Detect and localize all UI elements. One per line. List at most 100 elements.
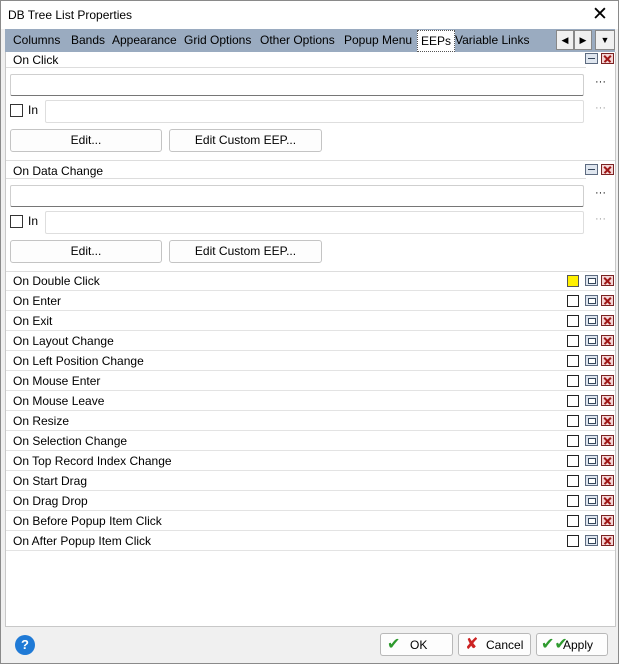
event-row[interactable]: On Mouse Enter xyxy=(6,371,615,391)
event-row[interactable]: On Selection Change xyxy=(6,431,615,451)
remove-icon[interactable] xyxy=(601,335,614,346)
tab-scroll-left-icon[interactable]: ◀ xyxy=(556,30,574,50)
expand-icon[interactable] xyxy=(585,395,598,406)
collapse-icon[interactable] xyxy=(585,164,598,175)
remove-icon[interactable] xyxy=(601,535,614,546)
event-name: On Mouse Leave xyxy=(13,394,105,408)
remove-icon[interactable] xyxy=(601,415,614,426)
tab-variable-links[interactable]: Variable Links xyxy=(452,29,532,52)
event-checkbox[interactable] xyxy=(567,455,579,467)
event-row[interactable]: On Enter xyxy=(6,291,615,311)
event-row[interactable]: On Start Drag xyxy=(6,471,615,491)
tab-bands[interactable]: Bands xyxy=(68,29,108,52)
expand-icon[interactable] xyxy=(585,275,598,286)
remove-icon[interactable] xyxy=(601,455,614,466)
eeps-panel: On Click ··· In ··· Edit... Edit Custom … xyxy=(5,52,616,627)
event-checkbox[interactable] xyxy=(567,375,579,387)
event-checkbox[interactable] xyxy=(567,395,579,407)
tab-grid-options[interactable]: Grid Options xyxy=(181,29,254,52)
event-checkbox[interactable] xyxy=(567,515,579,527)
on-click-browse-button[interactable]: ··· xyxy=(595,76,606,88)
ok-button[interactable]: ✔ OK xyxy=(380,633,453,656)
on-click-field[interactable] xyxy=(10,74,584,96)
remove-icon[interactable] xyxy=(601,275,614,286)
on-data-change-in-checkbox[interactable] xyxy=(10,215,23,228)
event-checkbox[interactable] xyxy=(567,275,579,287)
event-row[interactable]: On Drag Drop xyxy=(6,491,615,511)
remove-icon[interactable] xyxy=(601,395,614,406)
on-click-in-checkbox[interactable] xyxy=(10,104,23,117)
tab-other-options[interactable]: Other Options xyxy=(257,29,338,52)
event-checkbox[interactable] xyxy=(567,495,579,507)
event-checkbox[interactable] xyxy=(567,435,579,447)
event-name: On Before Popup Item Click xyxy=(13,514,162,528)
event-name: On Start Drag xyxy=(13,474,88,488)
event-row[interactable]: On Top Record Index Change xyxy=(6,451,615,471)
expand-icon[interactable] xyxy=(585,515,598,526)
on-data-change-edit-button[interactable]: Edit... xyxy=(10,240,162,263)
remove-icon[interactable] xyxy=(601,375,614,386)
event-checkbox[interactable] xyxy=(567,535,579,547)
expand-icon[interactable] xyxy=(585,375,598,386)
on-data-change-in-browse-button[interactable]: ··· xyxy=(595,213,606,225)
event-checkbox[interactable] xyxy=(567,335,579,347)
event-row[interactable]: On Resize xyxy=(6,411,615,431)
cancel-button[interactable]: ✘ Cancel xyxy=(458,633,531,656)
remove-icon[interactable] xyxy=(601,164,614,175)
on-data-change-field[interactable] xyxy=(10,185,584,207)
event-row[interactable]: On Mouse Leave xyxy=(6,391,615,411)
event-row[interactable]: On Exit xyxy=(6,311,615,331)
collapse-icon[interactable] xyxy=(585,53,598,64)
expand-icon[interactable] xyxy=(585,495,598,506)
expand-icon[interactable] xyxy=(585,415,598,426)
tab-columns[interactable]: Columns xyxy=(10,29,63,52)
tab-appearance[interactable]: Appearance xyxy=(109,29,180,52)
expand-icon[interactable] xyxy=(585,335,598,346)
tab-popup-menu[interactable]: Popup Menu xyxy=(341,29,415,52)
cross-icon: ✘ xyxy=(465,636,479,653)
event-row[interactable]: On Double Click xyxy=(6,271,615,291)
checkmark-icon: ✔ xyxy=(387,636,401,653)
event-row[interactable]: On Left Position Change xyxy=(6,351,615,371)
tab-list-dropdown-icon[interactable]: ▼ xyxy=(595,30,615,50)
apply-button[interactable]: ✔✔ Apply xyxy=(536,633,608,656)
help-icon[interactable]: ? xyxy=(15,635,35,655)
remove-icon[interactable] xyxy=(601,435,614,446)
tab-scroll-right-icon[interactable]: ▶ xyxy=(574,30,592,50)
expand-icon[interactable] xyxy=(585,315,598,326)
close-icon[interactable]: ✕ xyxy=(588,3,612,27)
expand-icon[interactable] xyxy=(585,295,598,306)
tab-eeps[interactable]: EEPs xyxy=(417,30,456,52)
remove-icon[interactable] xyxy=(601,295,614,306)
event-row[interactable]: On Before Popup Item Click xyxy=(6,511,615,531)
expand-icon[interactable] xyxy=(585,435,598,446)
event-checkbox[interactable] xyxy=(567,315,579,327)
expand-icon[interactable] xyxy=(585,355,598,366)
remove-icon[interactable] xyxy=(601,495,614,506)
event-checkbox[interactable] xyxy=(567,295,579,307)
remove-icon[interactable] xyxy=(601,475,614,486)
expand-icon[interactable] xyxy=(585,535,598,546)
remove-icon[interactable] xyxy=(601,355,614,366)
event-checkbox[interactable] xyxy=(567,415,579,427)
on-click-edit-custom-button[interactable]: Edit Custom EEP... xyxy=(169,129,322,152)
cancel-label: Cancel xyxy=(486,638,524,652)
event-checkbox[interactable] xyxy=(567,475,579,487)
expand-icon[interactable] xyxy=(585,455,598,466)
event-checkbox[interactable] xyxy=(567,355,579,367)
on-click-in-field[interactable] xyxy=(45,100,584,123)
on-data-change-edit-custom-button[interactable]: Edit Custom EEP... xyxy=(169,240,322,263)
on-data-change-in-field[interactable] xyxy=(45,211,584,234)
on-data-change-browse-button[interactable]: ··· xyxy=(595,187,606,199)
remove-icon[interactable] xyxy=(601,515,614,526)
apply-label: Apply xyxy=(563,638,594,652)
remove-icon[interactable] xyxy=(601,53,614,64)
on-click-in-browse-button[interactable]: ··· xyxy=(595,102,606,114)
event-name: On Enter xyxy=(13,294,62,308)
event-row[interactable]: On Layout Change xyxy=(6,331,615,351)
remove-icon[interactable] xyxy=(601,315,614,326)
expand-icon[interactable] xyxy=(585,475,598,486)
on-click-edit-button[interactable]: Edit... xyxy=(10,129,162,152)
event-row[interactable]: On After Popup Item Click xyxy=(6,531,615,551)
on-data-change-in-label: In xyxy=(28,214,39,228)
